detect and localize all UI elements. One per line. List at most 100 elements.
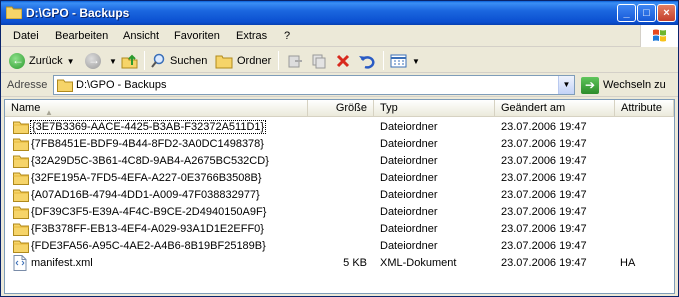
menu-favorites[interactable]: Favoriten (174, 30, 220, 42)
item-type: Dateiordner (380, 138, 438, 150)
toolbar: Zurück ▼ ▼ Suchen Ordner (1, 48, 678, 73)
item-size: 5 KB (343, 257, 367, 269)
item-name[interactable]: {DF39C3F5-E39A-4F4C-B9CE-2D4940150A9F} (31, 206, 266, 218)
item-type: Dateiordner (380, 206, 438, 218)
forward-arrow-icon (85, 53, 101, 69)
item-modified: 23.07.2006 19:47 (501, 223, 587, 235)
title-bar[interactable]: D:\GPO - Backups _ □ × (1, 1, 678, 25)
up-folder-button[interactable] (121, 51, 139, 71)
column-header-name[interactable]: Name ▲ (5, 100, 308, 117)
column-header-type[interactable]: Typ (374, 100, 495, 117)
folder-row[interactable]: {32FE195A-7FD5-4EFA-A227-0E3766B3508B} Da… (5, 170, 674, 187)
column-name-label: Name (11, 102, 41, 114)
column-header-attributes[interactable]: Attribute (615, 100, 674, 117)
folder-row[interactable]: {3E7B3369-AACE-4425-B3AB-F32372A511D1} Da… (5, 119, 674, 136)
chevron-down-icon[interactable]: ▼ (109, 57, 117, 66)
item-name[interactable]: {F3B378FF-EB13-4EF4-A029-93A1D1E2EFF0} (31, 223, 264, 235)
folder-row[interactable]: {A07AD16B-4794-4DD1-A009-47F038832977} Da… (5, 187, 674, 204)
folder-up-icon (121, 54, 138, 69)
menu-edit[interactable]: Bearbeiten (55, 30, 108, 42)
views-button[interactable]: ▼ (390, 51, 420, 71)
folder-icon (13, 189, 29, 202)
file-row[interactable]: manifest.xml 5 KB XML-Dokument 23.07.2006 1… (5, 255, 674, 272)
search-label: Suchen (170, 55, 208, 67)
item-modified: 23.07.2006 19:47 (501, 189, 587, 201)
views-icon (390, 54, 407, 68)
item-name[interactable]: {FDE3FA56-A95C-4AE2-A4B6-8B19BF25189B} (31, 240, 266, 252)
undo-button[interactable] (358, 51, 376, 71)
item-name[interactable]: {3E7B3369-AACE-4425-B3AB-F32372A511D1} (29, 120, 267, 134)
folder-row[interactable]: {32A29D5C-3B61-4C8D-9AB4-A2675BC532CD} Da… (5, 153, 674, 170)
list-header: Name ▲ Größe Typ Geändert am Attribute (5, 100, 674, 117)
folders-button[interactable]: Ordner (215, 51, 271, 71)
item-modified: 23.07.2006 19:47 (501, 155, 587, 167)
column-attributes-label: Attribute (621, 102, 662, 114)
minimize-button[interactable]: _ (617, 4, 636, 22)
address-label: Adresse (7, 79, 48, 91)
windows-logo (640, 25, 678, 47)
close-button[interactable]: × (657, 4, 676, 22)
item-type: Dateiordner (380, 189, 438, 201)
menu-view[interactable]: Ansicht (123, 30, 159, 42)
folder-icon (13, 206, 29, 219)
item-type: Dateiordner (380, 155, 438, 167)
folder-icon (13, 223, 29, 236)
item-name[interactable]: {7FB8451E-BDF9-4B44-8FD2-3A0DC1498378} (31, 138, 264, 150)
back-arrow-icon (9, 53, 25, 69)
folder-row[interactable]: {DF39C3F5-E39A-4F4C-B9CE-2D4940150A9F} Da… (5, 204, 674, 221)
chevron-down-icon[interactable]: ▼ (412, 57, 420, 66)
column-modified-label: Geändert am (501, 102, 566, 114)
folders-label: Ordner (237, 55, 272, 67)
folders-icon (215, 55, 233, 69)
copy-to-icon (312, 54, 326, 69)
folder-icon (13, 172, 29, 185)
chevron-down-icon[interactable]: ▼ (67, 57, 75, 66)
folder-icon (13, 240, 29, 253)
item-type: XML-Dokument (380, 257, 457, 269)
delete-icon (336, 54, 350, 68)
item-name[interactable]: {A07AD16B-4794-4DD1-A009-47F038832977} (31, 189, 260, 201)
address-value: D:\GPO - Backups (76, 79, 167, 91)
folder-row[interactable]: {F3B378FF-EB13-4EF4-A029-93A1D1E2EFF0} Da… (5, 221, 674, 238)
column-size-label: Größe (335, 102, 367, 114)
move-to-button[interactable] (287, 51, 303, 71)
address-dropdown-button[interactable]: ▼ (558, 76, 574, 94)
column-type-label: Typ (380, 102, 398, 114)
forward-button[interactable]: ▼ (85, 51, 117, 71)
address-input[interactable]: D:\GPO - Backups ▼ (53, 75, 575, 95)
copy-to-button[interactable] (311, 51, 327, 71)
windows-flag-icon (653, 29, 666, 42)
menu-help[interactable]: ? (284, 30, 290, 42)
back-button[interactable]: Zurück ▼ (9, 51, 75, 71)
column-header-modified[interactable]: Geändert am (495, 100, 615, 117)
folder-icon (13, 138, 29, 151)
folder-icon (13, 121, 29, 134)
menu-bar: Datei Bearbeiten Ansicht Favoriten Extra… (1, 25, 678, 47)
column-header-size[interactable]: Größe (308, 100, 374, 117)
folder-row[interactable]: {FDE3FA56-A95C-4AE2-A4B6-8B19BF25189B} Da… (5, 238, 674, 255)
item-type: Dateiordner (380, 172, 438, 184)
folder-icon (57, 79, 73, 92)
search-icon (151, 53, 165, 68)
file-list[interactable]: Name ▲ Größe Typ Geändert am Attribute {… (4, 99, 675, 294)
go-button[interactable]: ➔ Wechseln zu (581, 76, 666, 94)
item-type: Dateiordner (380, 240, 438, 252)
search-button[interactable]: Suchen (150, 51, 207, 71)
menu-tools[interactable]: Extras (236, 30, 267, 42)
item-modified: 23.07.2006 19:47 (501, 257, 587, 269)
go-arrow-icon: ➔ (581, 76, 599, 94)
item-name[interactable]: {32FE195A-7FD5-4EFA-A227-0E3766B3508B} (31, 172, 262, 184)
delete-button[interactable] (335, 51, 351, 71)
back-label: Zurück (29, 55, 63, 67)
item-modified: 23.07.2006 19:47 (501, 172, 587, 184)
move-to-icon (288, 55, 302, 68)
folder-icon (6, 6, 22, 19)
maximize-button[interactable]: □ (637, 4, 656, 22)
item-modified: 23.07.2006 19:47 (501, 138, 587, 150)
menu-file[interactable]: Datei (13, 30, 39, 42)
item-attributes: HA (620, 257, 636, 269)
item-name[interactable]: {32A29D5C-3B61-4C8D-9AB4-A2675BC532CD} (31, 155, 269, 167)
item-type: Dateiordner (380, 121, 438, 133)
explorer-window: D:\GPO - Backups _ □ × Datei Bearbeiten … (0, 0, 679, 297)
folder-row[interactable]: {7FB8451E-BDF9-4B44-8FD2-3A0DC1498378} Da… (5, 136, 674, 153)
